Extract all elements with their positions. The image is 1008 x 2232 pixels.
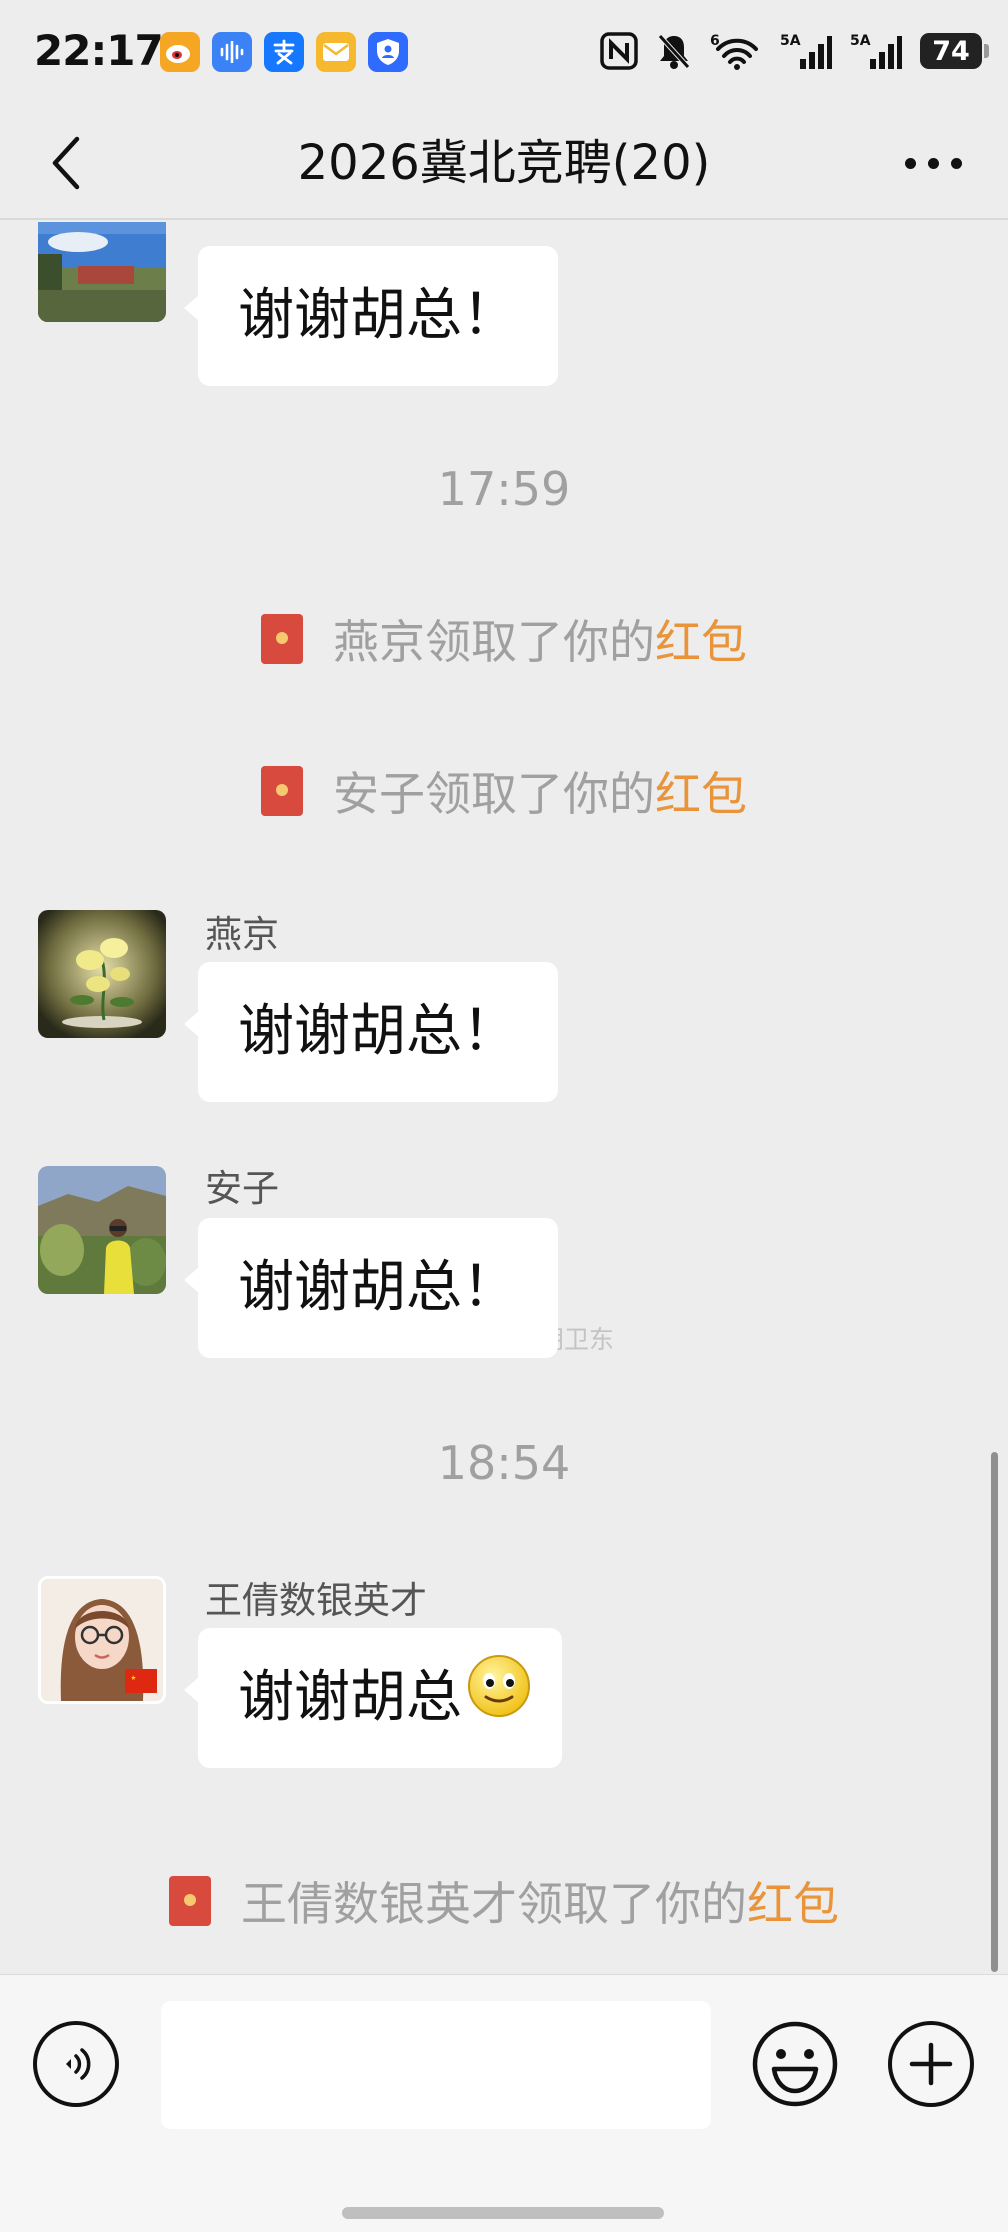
chat-title: 2026冀北竞聘(20) bbox=[297, 135, 711, 191]
shield-icon bbox=[368, 32, 408, 72]
mute-bell-icon bbox=[656, 30, 692, 72]
message-bubble[interactable]: 谢谢胡总！ bbox=[184, 962, 558, 1102]
smiley-emoji-icon bbox=[466, 1631, 532, 1771]
avatar[interactable] bbox=[38, 222, 166, 322]
more-functions-button[interactable] bbox=[888, 2021, 974, 2107]
status-bar: 22:17 6 5A 5A 74 bbox=[0, 0, 1008, 106]
mail-icon bbox=[316, 32, 356, 72]
signal-icon-2: 5A bbox=[850, 30, 902, 72]
weibo-icon bbox=[160, 32, 200, 72]
sender-name: 安子 bbox=[205, 1167, 279, 1210]
input-bar bbox=[0, 1974, 1008, 2232]
redpacket-notice: 燕京领取了你的 红包 bbox=[0, 606, 1008, 672]
avatar[interactable] bbox=[38, 1166, 166, 1294]
notification-icons bbox=[160, 32, 408, 72]
timestamp: 17:59 bbox=[437, 462, 571, 516]
voice-input-button[interactable] bbox=[33, 2021, 119, 2107]
redpacket-notice: 王倩数银英才领取了你的 红包 bbox=[0, 1868, 1008, 1934]
red-packet-icon bbox=[261, 614, 303, 664]
status-time: 22:17 bbox=[34, 26, 164, 75]
red-packet-link[interactable]: 红包 bbox=[655, 606, 747, 672]
chat-header: 2026冀北竞聘(20) bbox=[0, 106, 1008, 220]
scrollbar[interactable] bbox=[991, 1452, 998, 1972]
alipay-icon bbox=[264, 32, 304, 72]
more-dot-icon bbox=[904, 157, 916, 169]
wifi-icon: 6 bbox=[710, 30, 762, 72]
voice-memo-icon bbox=[212, 32, 252, 72]
avatar[interactable] bbox=[38, 910, 166, 1038]
sender-name: 燕京 bbox=[205, 913, 279, 956]
sender-name: 王倩数银英才 bbox=[205, 1579, 427, 1622]
more-dot-icon bbox=[927, 157, 939, 169]
signal-icon-1: 5A bbox=[780, 30, 832, 72]
message-input[interactable] bbox=[161, 2001, 711, 2129]
svg-text:5A: 5A bbox=[850, 33, 871, 49]
red-packet-link[interactable]: 红包 bbox=[655, 758, 747, 824]
home-indicator[interactable] bbox=[342, 2207, 664, 2219]
message-bubble[interactable]: 谢谢胡总！ bbox=[184, 246, 558, 386]
svg-text:5A: 5A bbox=[780, 33, 801, 49]
message-bubble[interactable]: 谢谢胡总 bbox=[184, 1628, 562, 1771]
notice-text: 燕京领取了你的 bbox=[333, 615, 655, 669]
battery-indicator: 74 bbox=[920, 33, 989, 69]
plus-icon bbox=[909, 2042, 953, 2086]
more-dot-icon bbox=[950, 157, 962, 169]
voice-wave-icon bbox=[66, 2048, 91, 2080]
emoji-button[interactable] bbox=[752, 2021, 838, 2107]
red-packet-link[interactable]: 红包 bbox=[747, 1868, 839, 1934]
system-icons: 6 5A 5A 74 bbox=[600, 30, 989, 72]
redpacket-notice: 安子领取了你的 红包 bbox=[0, 758, 1008, 824]
timestamp: 18:54 bbox=[437, 1436, 571, 1490]
more-button[interactable] bbox=[888, 128, 978, 198]
red-packet-icon bbox=[261, 766, 303, 816]
red-packet-icon bbox=[169, 1876, 211, 1926]
avatar[interactable] bbox=[38, 1576, 166, 1704]
notice-text: 王倩数银英才领取了你的 bbox=[241, 1877, 747, 1931]
smiley-icon bbox=[752, 2021, 838, 2107]
nfc-icon bbox=[600, 30, 638, 72]
message-bubble[interactable]: 谢谢胡总！ bbox=[184, 1218, 558, 1358]
message-text: 谢谢胡总 bbox=[238, 1665, 462, 1730]
chat-area[interactable]: 谢谢胡总！ 17:59 燕京领取了你的 红包 安子领取了你的 红包 燕京 谢谢胡… bbox=[0, 222, 1008, 1974]
notice-text: 安子领取了你的 bbox=[333, 767, 655, 821]
